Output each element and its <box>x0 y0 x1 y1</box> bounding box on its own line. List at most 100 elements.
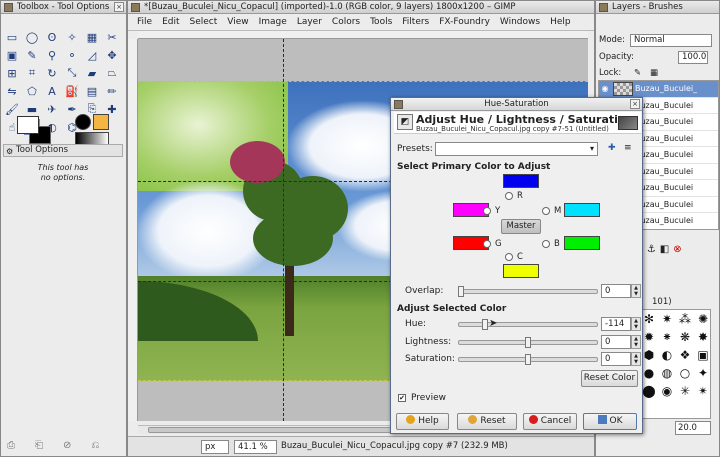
airbrush-icon[interactable]: ✈ <box>44 101 60 117</box>
swatch-magenta[interactable] <box>564 203 600 217</box>
vertical-ruler[interactable] <box>128 39 138 421</box>
color-selector[interactable] <box>13 116 53 146</box>
zoom-icon[interactable]: ⚬ <box>64 47 80 63</box>
rotate-icon[interactable]: ↻ <box>44 65 60 81</box>
menu-file[interactable]: File <box>132 14 157 30</box>
ellipse-select-icon[interactable]: ◯ <box>24 29 40 45</box>
brush-icon[interactable]: ✳ <box>676 382 694 400</box>
brush-icon[interactable]: ❖ <box>676 346 694 364</box>
swatch-red[interactable] <box>503 174 539 188</box>
overlap-spinner[interactable]: 0 ▲ ▼ <box>601 284 641 298</box>
shear-icon[interactable]: ▰ <box>84 65 100 81</box>
radio-green[interactable] <box>483 240 491 248</box>
brush-grid[interactable]: ✻ ✷ ⁂ ✺ ✹ ⁕ ❋ ✸ ⬢ ◐ ❖ ▣ ● ◍ ○ ✦ ⬤ ◉ ✳ ✴ <box>639 309 711 419</box>
radio-cyan[interactable] <box>505 253 513 261</box>
menu-image[interactable]: Image <box>254 14 292 30</box>
lightness-spinner[interactable]: 0 ▲ ▼ <box>601 335 641 349</box>
add-preset-icon[interactable]: ✚ <box>608 143 616 154</box>
help-button[interactable]: Help <box>396 413 449 430</box>
dialog-titlebar[interactable]: Hue-Saturation × <box>391 98 642 111</box>
slider-handle[interactable] <box>525 337 531 348</box>
scissors-icon[interactable]: ✂ <box>104 29 120 45</box>
paintbrush-icon[interactable]: 🖌 <box>4 101 20 117</box>
radio-blue[interactable] <box>542 240 550 248</box>
slider-handle[interactable] <box>458 286 464 297</box>
menu-tools[interactable]: Tools <box>365 14 397 30</box>
brush-icon[interactable]: ✺ <box>694 310 710 328</box>
spacing-field[interactable]: 20.0 <box>675 421 711 435</box>
saturation-spinner[interactable]: 0 ▲ ▼ <box>601 352 641 366</box>
opacity-field[interactable]: 100.0 <box>678 51 708 64</box>
free-select-icon[interactable]: ʘ <box>44 29 60 45</box>
cancel-button[interactable]: Cancel <box>523 413 577 430</box>
radio-yellow[interactable] <box>483 207 491 215</box>
restore-options-icon[interactable]: ⎗ <box>35 440 43 451</box>
move-icon[interactable]: ✥ <box>104 47 120 63</box>
pattern-preview[interactable] <box>93 114 109 130</box>
close-icon[interactable]: × <box>630 99 640 109</box>
swatch-blue[interactable] <box>564 236 600 250</box>
spin-arrows-icon[interactable]: ▲ ▼ <box>631 352 641 366</box>
tab-tool-options[interactable]: ⚙ Tool Options <box>3 144 123 157</box>
menu-layer[interactable]: Layer <box>292 14 327 30</box>
brush-icon[interactable]: ✦ <box>694 364 710 382</box>
hue-spinner[interactable]: -114 ▲ ▼ <box>601 317 641 331</box>
visibility-eye-icon[interactable]: ◉ <box>599 84 611 93</box>
menu-fx-foundry[interactable]: FX-Foundry <box>434 14 495 30</box>
bucket-fill-icon[interactable]: ⛽ <box>64 83 80 99</box>
horizontal-ruler[interactable] <box>138 31 588 39</box>
delete-layer-icon[interactable]: ⊗ <box>673 244 681 255</box>
toolbox-titlebar[interactable]: Toolbox - Tool Options × <box>1 1 126 14</box>
brush-icon[interactable]: ◍ <box>658 364 676 382</box>
fuzzy-select-icon[interactable]: ✧ <box>64 29 80 45</box>
presets-select[interactable]: ▾ <box>435 142 598 156</box>
menu-windows[interactable]: Windows <box>495 14 545 30</box>
reset-button[interactable]: Reset <box>457 413 517 430</box>
menu-help[interactable]: Help <box>545 14 576 30</box>
anchor-layer-icon[interactable]: ⚓ <box>647 244 656 255</box>
lock-pixels-icon[interactable]: ✎ <box>634 67 641 79</box>
slider-handle[interactable] <box>525 354 531 365</box>
brush-icon[interactable]: ◉ <box>658 382 676 400</box>
ok-button[interactable]: OK <box>583 413 637 430</box>
measure-icon[interactable]: ◿ <box>84 47 100 63</box>
color-select-icon[interactable]: ▦ <box>84 29 100 45</box>
brush-icon[interactable]: ○ <box>676 364 694 382</box>
preview-checkbox[interactable]: ✔ <box>398 394 406 402</box>
crop-icon[interactable]: ⌗ <box>24 65 40 81</box>
layers-titlebar[interactable]: Layers - Brushes <box>596 1 719 14</box>
brush-icon[interactable]: ▣ <box>694 346 710 364</box>
brush-icon[interactable]: ⁕ <box>658 328 676 346</box>
close-icon[interactable]: × <box>114 2 124 12</box>
menu-edit[interactable]: Edit <box>157 14 184 30</box>
scale-icon[interactable]: ⤡ <box>64 65 80 81</box>
spin-arrows-icon[interactable]: ▲ ▼ <box>631 317 641 331</box>
flip-icon[interactable]: ⇋ <box>4 83 20 99</box>
eraser-icon[interactable]: ▬ <box>24 101 40 117</box>
foreground-select-icon[interactable]: ▣ <box>4 47 20 63</box>
pencil-icon[interactable]: ✏ <box>104 83 120 99</box>
zoom-select[interactable]: 41.1 % <box>234 440 277 454</box>
delete-options-icon[interactable]: ⊘ <box>63 440 71 451</box>
text-icon[interactable]: A <box>44 83 60 99</box>
brush-icon[interactable]: ⁂ <box>676 310 694 328</box>
reset-color-button[interactable]: Reset Color <box>581 370 638 387</box>
image-titlebar[interactable]: *[Buzau_Buculei_Nicu_Copacul] (imported)… <box>128 1 594 14</box>
brush-icon[interactable]: ✸ <box>694 328 710 346</box>
mask-layer-icon[interactable]: ◧ <box>660 244 669 255</box>
brush-icon[interactable]: ✴ <box>694 382 710 400</box>
brush-icon[interactable]: ✷ <box>658 310 676 328</box>
rect-select-icon[interactable]: ▭ <box>4 29 20 45</box>
swatch-cyan[interactable] <box>503 264 539 278</box>
layer-row[interactable]: ◉ Buzau_Buculei_ <box>599 81 718 98</box>
menu-view[interactable]: View <box>222 14 253 30</box>
radio-red[interactable] <box>505 192 513 200</box>
paths-icon[interactable]: ✎ <box>24 47 40 63</box>
unit-select[interactable]: px <box>201 440 229 454</box>
menu-filters[interactable]: Filters <box>397 14 434 30</box>
spin-arrows-icon[interactable]: ▲ ▼ <box>631 284 641 298</box>
save-options-icon[interactable]: ⎙ <box>7 440 15 451</box>
cage-icon[interactable]: ⬠ <box>24 83 40 99</box>
reset-options-icon[interactable]: ⎌ <box>91 440 99 451</box>
lock-alpha-icon[interactable]: ▦ <box>650 67 658 79</box>
